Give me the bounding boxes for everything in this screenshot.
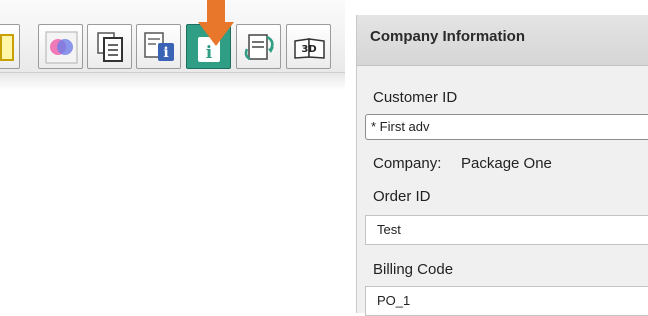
color-overlay-icon (45, 31, 78, 64)
down-arrow-indicator-icon (198, 0, 234, 46)
company-value: Package One (461, 155, 552, 172)
color-overlay-button[interactable] (38, 24, 83, 69)
customer-id-select[interactable]: * First adv (365, 114, 648, 140)
order-id-label: Order ID (373, 188, 431, 205)
company-row: Company: Package One (373, 155, 552, 172)
panel-title: Company Information (370, 28, 526, 45)
refresh-document-icon (244, 34, 274, 61)
billing-code-label: Billing Code (373, 261, 454, 278)
document-info-button[interactable]: i (136, 24, 181, 69)
company-information-panel: Company Information Customer ID * First … (356, 15, 648, 316)
svg-text:i: i (206, 43, 213, 63)
3d-book-icon: 3D (294, 38, 325, 59)
billing-code-field[interactable]: PO_1 (365, 286, 648, 316)
svg-text:i: i (163, 45, 168, 61)
document-info-icon: i (144, 32, 174, 61)
document-frame-icon (0, 34, 14, 61)
copy-pages-button[interactable] (87, 24, 132, 69)
company-label: Company: (373, 155, 442, 172)
refresh-document-button[interactable] (236, 24, 281, 69)
panel-header: Company Information (357, 15, 648, 66)
3d-book-button[interactable]: 3D (286, 24, 331, 69)
toolbar: i i 3D (0, 0, 345, 90)
customer-id-label: Customer ID (373, 89, 458, 106)
copy-pages-icon (97, 32, 123, 62)
svg-text:3D: 3D (301, 44, 316, 55)
order-id-field[interactable]: Test (365, 215, 648, 245)
document-frame-button[interactable] (0, 24, 20, 69)
